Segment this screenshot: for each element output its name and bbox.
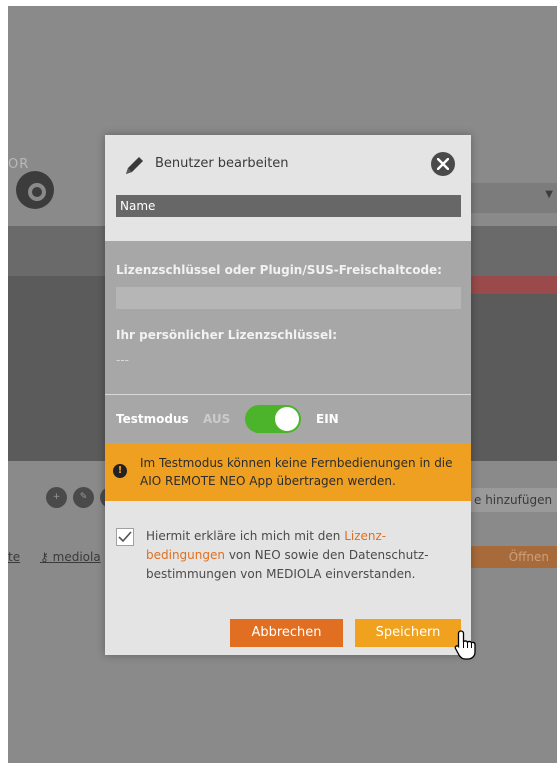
test-mode-warning: ! Im Testmodus können keine Fernbedienun… [105, 443, 471, 501]
checkmark-icon [118, 531, 132, 543]
bg-open-button: Öffnen [468, 546, 557, 568]
edit-icon: ✎ [73, 487, 94, 508]
test-mode-on-label: EIN [316, 412, 339, 426]
test-mode-row: Testmodus AUS EIN [105, 395, 471, 443]
add-user-icon: + [46, 487, 67, 508]
license-section: Lizenzschlüssel oder Plugin/SUS-Freischa… [105, 241, 471, 394]
bg-logo-text: OR [8, 157, 30, 172]
warning-text: Im Testmodus können keine Fernbedienunge… [140, 456, 453, 488]
chevron-down-icon: ▼ [545, 189, 553, 200]
app-logo-icon [16, 171, 54, 209]
bg-user-link: ⚷ mediola [40, 550, 101, 564]
name-input[interactable] [116, 195, 461, 217]
license-input[interactable] [116, 287, 461, 309]
dialog-title: Benutzer bearbeiten [155, 156, 289, 171]
test-mode-label: Testmodus [116, 412, 189, 426]
warning-icon: ! [113, 464, 127, 478]
consent-checkbox[interactable] [116, 528, 134, 546]
test-mode-toggle[interactable] [245, 405, 301, 433]
bg-add-button: e hinzufügen [468, 488, 557, 512]
pencil-icon [126, 157, 143, 174]
bg-user-link-label: mediola [52, 550, 101, 564]
bg-link: te [8, 550, 21, 564]
close-button[interactable] [431, 152, 455, 176]
personal-license-value: --- [116, 353, 129, 367]
close-icon [437, 158, 449, 170]
personal-license-label: Ihr persönlicher Lizenzschlüssel: [116, 328, 337, 342]
toggle-knob [275, 407, 299, 431]
consent-text: Hiermit erkläre ich mich mit den Lizenz-… [146, 527, 458, 584]
consent-text-before: Hiermit erkläre ich mich mit den [146, 529, 345, 543]
cancel-button[interactable]: Abbrechen [230, 619, 343, 647]
key-icon: ⚷ [40, 550, 49, 564]
app-screen: OR ▼ + ✎ e hinzufügen te ⚷ mediola Öffne… [8, 6, 557, 763]
license-label: Lizenzschlüssel oder Plugin/SUS-Freischa… [116, 263, 442, 277]
edit-user-dialog: Benutzer bearbeiten Lizenzschlüssel oder… [105, 135, 476, 660]
hand-cursor-icon [454, 630, 476, 660]
save-button[interactable]: Speichern [355, 619, 461, 647]
test-mode-off-label: AUS [203, 412, 231, 426]
bg-red-bar [468, 276, 557, 294]
